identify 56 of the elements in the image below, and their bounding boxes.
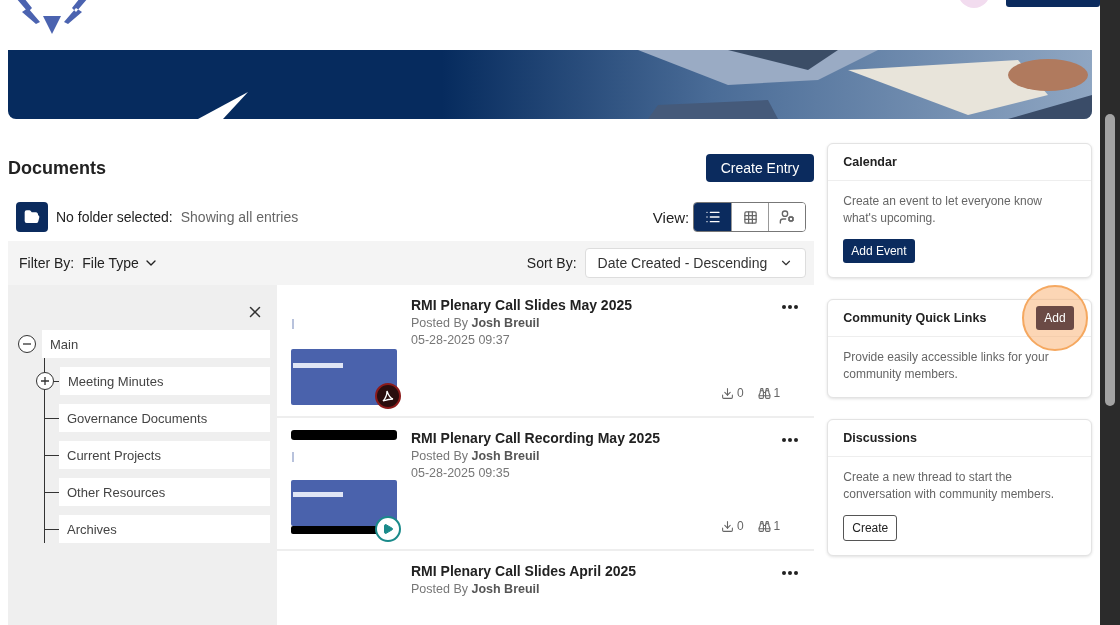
section-title: Documents [8, 157, 106, 179]
sort-label: Sort By: [526, 255, 577, 271]
download-icon [720, 386, 734, 400]
view-toggle[interactable] [768, 203, 806, 231]
tree-item[interactable]: Archives [59, 515, 270, 543]
view-count: 1 [757, 519, 781, 533]
plus-icon [40, 376, 50, 386]
list-icon [704, 209, 721, 225]
tree-item[interactable]: Governance Documents [59, 404, 270, 432]
binoculars-icon [757, 386, 771, 400]
tree-item[interactable]: Current Projects [59, 441, 270, 469]
tree-item[interactable]: Meeting Minutes [60, 367, 270, 395]
card-button[interactable]: Add Event [843, 239, 915, 263]
card-button[interactable]: Create [843, 515, 898, 541]
view-count: 1 [757, 386, 781, 400]
folder-hint: Showing all entries [180, 209, 299, 225]
tree-toggle[interactable] [36, 372, 54, 390]
more-icon [782, 438, 799, 442]
entry-title[interactable]: RMI Plenary Call Recording May 2025 [411, 430, 781, 446]
card-title: Community Quick Links [843, 311, 987, 325]
play-icon [382, 523, 394, 535]
entry-date: 05-28-2025 09:37 [411, 333, 511, 347]
tree-toggle[interactable] [18, 335, 36, 353]
download-count: 0 [720, 386, 744, 400]
grid-icon [742, 209, 758, 225]
add-button[interactable]: Add [1036, 306, 1074, 330]
pdf-icon [381, 389, 395, 403]
card-text: Provide easily accessible links for your community members. [843, 349, 1050, 383]
download-count: 0 [720, 519, 744, 533]
filter-dropdown[interactable]: File Type [82, 255, 159, 271]
card-text: Create an event to let everyone know what's upcoming. [843, 193, 1044, 227]
card-text: Create a new thread to start the conversation with community members. [843, 469, 1055, 503]
folder-icon [24, 209, 40, 225]
scrollbar-thumb[interactable] [1105, 114, 1115, 406]
entry-title[interactable]: RMI Plenary Call Slides May 2025 [411, 297, 781, 313]
folder-label: No folder selected: [56, 209, 173, 225]
posted-by: Posted By Josh Breuil [411, 582, 541, 596]
posted-by: Posted By Josh Breuil [411, 316, 541, 330]
download-icon [720, 519, 734, 533]
more-icon [782, 571, 799, 575]
posted-by: Posted By Josh Breuil [411, 449, 541, 463]
user-settings-icon [779, 209, 796, 225]
view-label: View: [652, 208, 690, 226]
entry-date: 05-28-2025 09:35 [411, 466, 511, 480]
card-title: Calendar [843, 155, 897, 169]
more-icon [782, 305, 799, 309]
create-entry-button[interactable]: Create Entry [705, 154, 815, 182]
entry-title[interactable]: RMI Plenary Call Slides April 2025 [411, 563, 781, 579]
view-toggle[interactable] [694, 203, 732, 231]
tree-item[interactable]: Other Resources [59, 478, 270, 506]
card-title: Discussions [843, 431, 917, 445]
folder-button[interactable] [16, 202, 48, 232]
filter-label: Filter By: [19, 255, 75, 271]
sort-select[interactable]: Date Created - Descending [584, 248, 807, 278]
binoculars-icon [757, 519, 771, 533]
tree-item[interactable]: Main [42, 330, 270, 358]
